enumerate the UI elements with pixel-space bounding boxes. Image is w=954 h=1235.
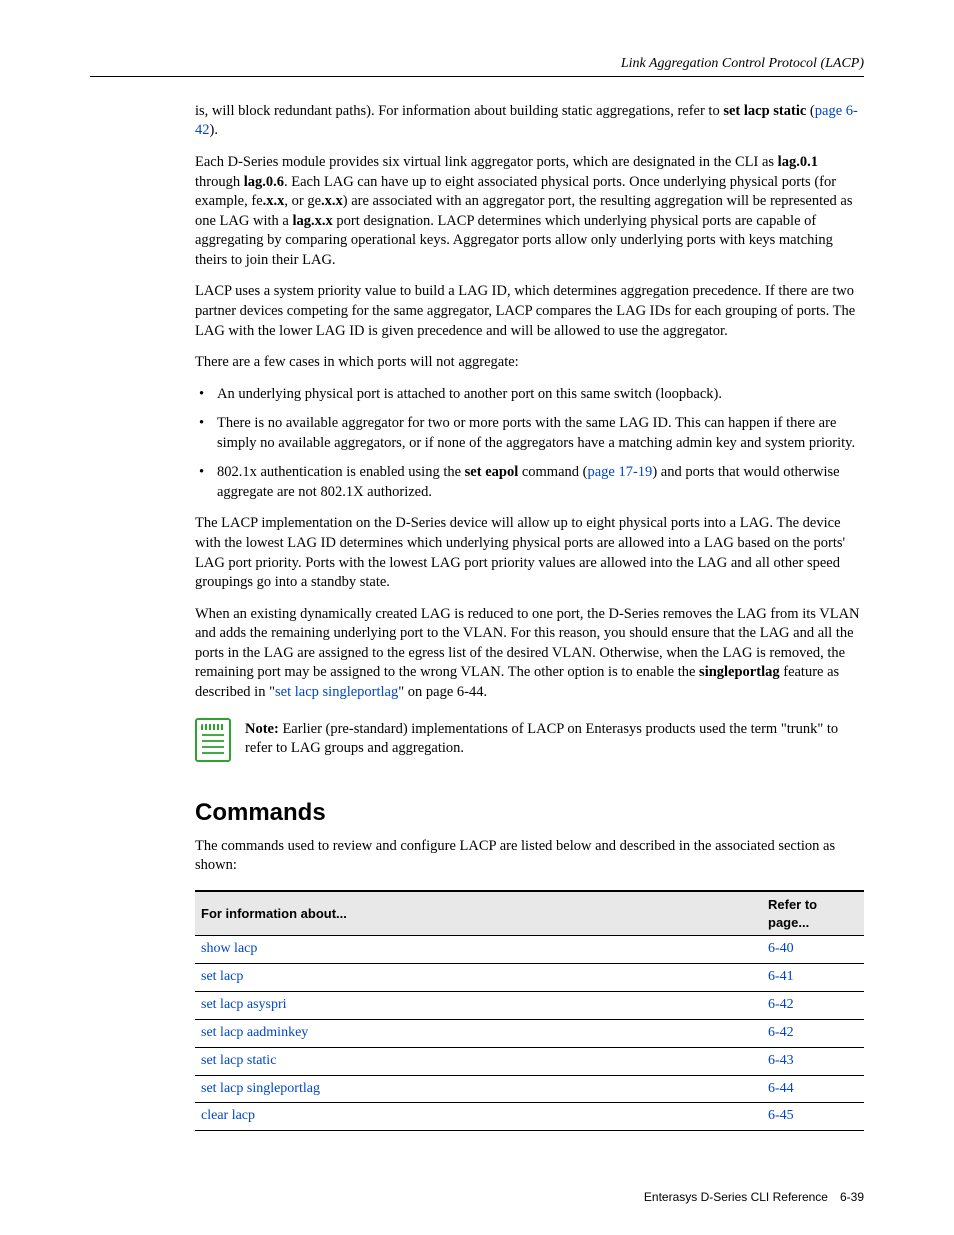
header-rule xyxy=(90,76,864,77)
paragraph: Each D-Series module provides six virtua… xyxy=(195,153,864,270)
page-footer: Enterasys D-Series CLI Reference 6-39 xyxy=(90,1189,864,1205)
port-name: lag.0.1 xyxy=(778,154,818,170)
text: 802.1x authentication is enabled using t… xyxy=(217,464,465,480)
xref-link[interactable]: page 17-19 xyxy=(587,464,652,480)
footer-book-title: Enterasys D-Series CLI Reference xyxy=(644,1189,828,1205)
page-content: is, will block redundant paths). For inf… xyxy=(195,102,864,1131)
text: ). xyxy=(210,122,218,138)
text: command ( xyxy=(518,464,587,480)
paragraph: LACP uses a system priority value to bui… xyxy=(195,282,864,341)
list-item: There is no available aggregator for two… xyxy=(195,414,864,453)
note-block: Note: Earlier (pre-standard) implementat… xyxy=(195,718,864,762)
commands-intro: The commands used to review and configur… xyxy=(195,837,864,876)
note-text: Note: Earlier (pre-standard) implementat… xyxy=(245,718,864,759)
table-row: clear lacp 6-45 xyxy=(195,1103,864,1131)
port-name: lag.x.x xyxy=(292,213,332,229)
page-link[interactable]: 6-42 xyxy=(768,1025,794,1040)
footer-page-number: 6-39 xyxy=(840,1189,864,1205)
paragraph-continuation: is, will block redundant paths). For inf… xyxy=(195,102,864,141)
table-row: set lacp singleportlag 6-44 xyxy=(195,1075,864,1103)
xref-link[interactable]: set lacp singleportlag xyxy=(275,684,398,700)
paragraph: There are a few cases in which ports wil… xyxy=(195,353,864,373)
cmd-link[interactable]: clear lacp xyxy=(201,1108,255,1123)
list-item: 802.1x authentication is enabled using t… xyxy=(195,463,864,502)
text: ( xyxy=(806,103,814,119)
cmd-link[interactable]: set lacp aadminkey xyxy=(201,1025,308,1040)
cmd-link[interactable]: show lacp xyxy=(201,941,257,956)
paragraph: The LACP implementation on the D-Series … xyxy=(195,514,864,592)
commands-table: For information about... Refer to page..… xyxy=(195,890,864,1131)
cmd-link[interactable]: set lacp asyspri xyxy=(201,997,287,1012)
table-row: set lacp static 6-43 xyxy=(195,1047,864,1075)
feature-name: singleportlag xyxy=(699,664,780,680)
cmd-name: set eapol xyxy=(465,464,519,480)
page-link[interactable]: 6-42 xyxy=(768,997,794,1012)
port-suffix: .x.x xyxy=(321,193,343,209)
text: through xyxy=(195,174,244,190)
paragraph: When an existing dynamically created LAG… xyxy=(195,605,864,703)
note-label: Note: xyxy=(245,721,279,737)
page-link[interactable]: 6-44 xyxy=(768,1081,794,1096)
list-item: An underlying physical port is attached … xyxy=(195,385,864,405)
page-link[interactable]: 6-40 xyxy=(768,941,794,956)
text: " on page 6-44. xyxy=(398,684,487,700)
table-header-page: Refer to page... xyxy=(762,891,864,936)
port-suffix: .x.x xyxy=(263,193,285,209)
note-icon xyxy=(195,718,231,762)
cmd-link[interactable]: set lacp static xyxy=(201,1053,276,1068)
commands-heading: Commands xyxy=(195,797,864,829)
text: is, will block redundant paths). For inf… xyxy=(195,103,723,119)
table-row: set lacp 6-41 xyxy=(195,964,864,992)
cmd-name: set lacp static xyxy=(723,103,806,119)
cmd-link[interactable]: set lacp xyxy=(201,969,243,984)
cmd-link[interactable]: set lacp singleportlag xyxy=(201,1081,320,1096)
page-link[interactable]: 6-41 xyxy=(768,969,794,984)
table-row: show lacp 6-40 xyxy=(195,936,864,964)
text: Earlier (pre-standard) implementations o… xyxy=(245,721,838,757)
page-link[interactable]: 6-45 xyxy=(768,1108,794,1123)
page-link[interactable]: 6-43 xyxy=(768,1053,794,1068)
page-section-header: Link Aggregation Control Protocol (LACP) xyxy=(90,55,864,74)
table-row: set lacp asyspri 6-42 xyxy=(195,991,864,1019)
table-header-info: For information about... xyxy=(195,891,762,936)
port-name: lag.0.6 xyxy=(244,174,284,190)
table-row: set lacp aadminkey 6-42 xyxy=(195,1019,864,1047)
text: Each D-Series module provides six virtua… xyxy=(195,154,778,170)
bullet-list: An underlying physical port is attached … xyxy=(195,385,864,503)
text: , or ge xyxy=(284,193,321,209)
